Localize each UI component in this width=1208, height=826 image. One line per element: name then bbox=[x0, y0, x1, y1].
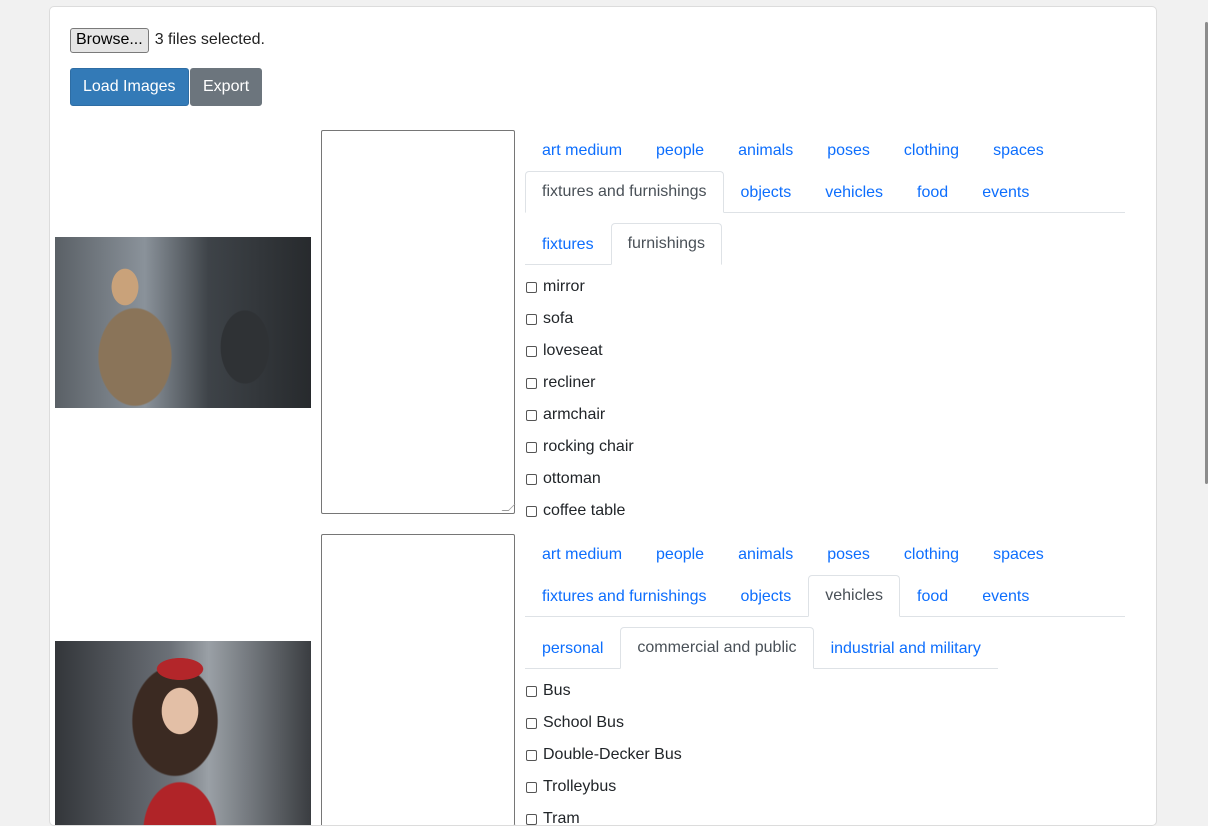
tab-poses[interactable]: poses bbox=[810, 130, 887, 171]
tab-art-medium[interactable]: art medium bbox=[525, 534, 639, 575]
tab-vehicles[interactable]: vehicles bbox=[808, 171, 900, 213]
checklist-item: Double-Decker Bus bbox=[525, 739, 1125, 771]
checkbox-label: coffee table bbox=[543, 502, 626, 519]
checkbox[interactable] bbox=[526, 781, 537, 793]
checklist-item: Tram bbox=[525, 803, 1125, 826]
checkbox[interactable] bbox=[526, 749, 537, 761]
subtab-personal[interactable]: personal bbox=[525, 627, 620, 669]
checkbox-label: recliner bbox=[543, 374, 596, 391]
checkbox-label: loveseat bbox=[543, 342, 603, 359]
checklist-item: Bus bbox=[525, 675, 1125, 707]
main-card: Browse... 3 files selected. Load Images … bbox=[49, 6, 1157, 826]
tab-fixtures-and-furnishings[interactable]: fixtures and furnishings bbox=[525, 575, 724, 617]
subcategory-tab-row: fixtures furnishings bbox=[525, 223, 1125, 265]
tab-food[interactable]: food bbox=[900, 575, 965, 617]
checkbox-label: ottoman bbox=[543, 470, 601, 487]
tab-objects[interactable]: objects bbox=[724, 575, 809, 617]
category-tab-row: art medium people animals poses clothing spac… bbox=[525, 534, 1125, 575]
checklist-item: recliner bbox=[525, 367, 1125, 399]
category-tab-row: fixtures and furnishings objects vehicles f… bbox=[525, 575, 1125, 617]
tab-people[interactable]: people bbox=[639, 534, 721, 575]
tab-poses[interactable]: poses bbox=[810, 534, 887, 575]
load-images-button[interactable]: Load Images bbox=[70, 68, 189, 106]
tab-clothing[interactable]: clothing bbox=[887, 130, 976, 171]
checkbox[interactable] bbox=[526, 685, 537, 697]
checklist-item: mirror bbox=[525, 271, 1125, 303]
checkbox[interactable] bbox=[526, 505, 537, 517]
checklist-item: ottoman bbox=[525, 463, 1125, 495]
page-scrollbar[interactable] bbox=[1200, 0, 1208, 809]
tag-checklist: Bus School Bus Double-Decker Bus Trolleybus… bbox=[525, 675, 1125, 826]
checklist-item: sofa bbox=[525, 303, 1125, 335]
tab-events[interactable]: events bbox=[965, 171, 1046, 213]
tab-vehicles[interactable]: vehicles bbox=[808, 575, 901, 617]
tab-art-medium[interactable]: art medium bbox=[525, 130, 639, 171]
entry-textarea-1[interactable] bbox=[321, 130, 516, 514]
subcategory-tabs: fixtures furnishings bbox=[525, 223, 722, 265]
file-input-row: Browse... 3 files selected. bbox=[70, 27, 265, 53]
resize-grip-icon[interactable] bbox=[501, 504, 516, 511]
checkbox[interactable] bbox=[526, 313, 537, 325]
checklist-item: Trolleybus bbox=[525, 771, 1125, 803]
tab-spaces[interactable]: spaces bbox=[976, 534, 1061, 575]
subtab-fixtures[interactable]: fixtures bbox=[525, 223, 611, 265]
checkbox[interactable] bbox=[526, 441, 537, 453]
category-tab-row: fixtures and furnishings objects vehicles f… bbox=[525, 171, 1125, 213]
tab-animals[interactable]: animals bbox=[721, 130, 810, 171]
checkbox-label: armchair bbox=[543, 406, 606, 423]
subtab-furnishings[interactable]: furnishings bbox=[610, 223, 722, 265]
checkbox-label: Tram bbox=[543, 810, 580, 826]
checkbox[interactable] bbox=[526, 473, 537, 485]
checkbox[interactable] bbox=[526, 717, 537, 729]
entry-tags-2: art medium people animals poses clothing spac… bbox=[525, 534, 1125, 826]
tab-objects[interactable]: objects bbox=[724, 171, 809, 213]
subtab-industrial-and-military[interactable]: industrial and military bbox=[814, 627, 998, 669]
checkbox[interactable] bbox=[526, 377, 537, 389]
tab-animals[interactable]: animals bbox=[721, 534, 810, 575]
checkbox[interactable] bbox=[526, 813, 537, 825]
tab-spaces[interactable]: spaces bbox=[976, 130, 1061, 171]
entry-image-1 bbox=[55, 237, 311, 408]
tab-clothing[interactable]: clothing bbox=[887, 534, 976, 575]
checkbox[interactable] bbox=[526, 409, 537, 421]
tab-fixtures-and-furnishings[interactable]: fixtures and furnishings bbox=[525, 171, 724, 213]
export-button[interactable]: Export bbox=[190, 68, 263, 106]
subcategory-tabs: personal commercial and public industrial … bbox=[525, 627, 998, 669]
checklist-item: loveseat bbox=[525, 335, 1125, 367]
checkbox-label: mirror bbox=[543, 278, 585, 295]
checklist-item: rocking chair bbox=[525, 431, 1125, 463]
checkbox[interactable] bbox=[526, 281, 537, 293]
checkbox-label: School Bus bbox=[543, 714, 624, 731]
entry-tags-1: art medium people animals poses clothing spac… bbox=[525, 130, 1125, 527]
checklist-item: School Bus bbox=[525, 707, 1125, 739]
checkbox-label: rocking chair bbox=[543, 438, 634, 455]
tab-people[interactable]: people bbox=[639, 130, 721, 171]
browse-button[interactable]: Browse... bbox=[70, 27, 149, 53]
checkbox-label: Double-Decker Bus bbox=[543, 746, 682, 763]
category-tab-row: art medium people animals poses clothing spac… bbox=[525, 130, 1125, 171]
checkbox-label: Trolleybus bbox=[543, 778, 617, 795]
checkbox-label: Bus bbox=[543, 682, 571, 699]
tab-events[interactable]: events bbox=[965, 575, 1046, 617]
checklist-item: armchair bbox=[525, 399, 1125, 431]
checkbox[interactable] bbox=[526, 345, 537, 357]
checkbox-label: sofa bbox=[543, 310, 574, 327]
entry-image-2 bbox=[55, 641, 311, 825]
entry-textarea-2[interactable] bbox=[321, 534, 516, 825]
files-selected-status: 3 files selected. bbox=[154, 31, 265, 48]
subcategory-tab-row: personal commercial and public industrial … bbox=[525, 627, 1125, 669]
checklist-item: coffee table bbox=[525, 495, 1125, 527]
tag-checklist: mirror sofa loveseat recliner armchair rockin… bbox=[525, 271, 1125, 527]
subtab-commercial-and-public[interactable]: commercial and public bbox=[620, 627, 814, 669]
tab-food[interactable]: food bbox=[900, 171, 965, 213]
